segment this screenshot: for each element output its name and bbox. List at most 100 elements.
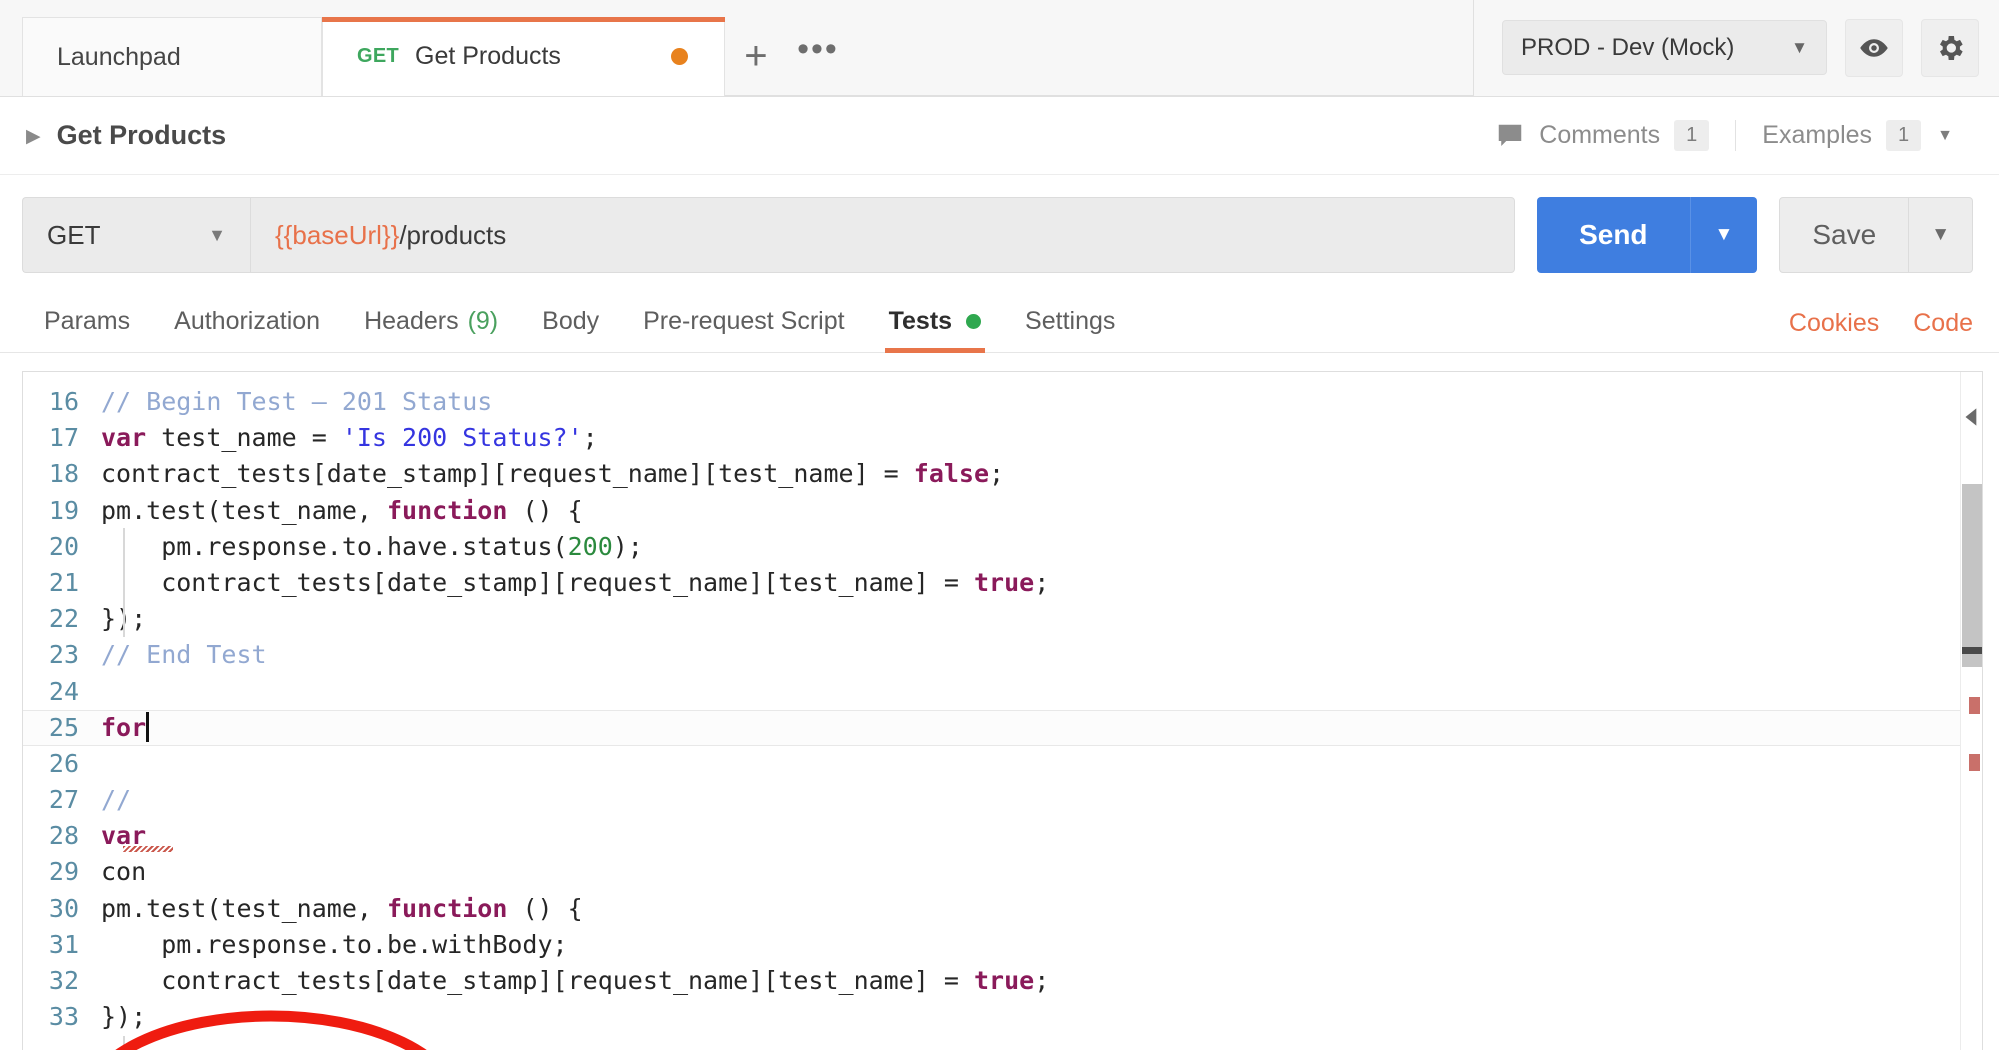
- url-path-token: /products: [399, 220, 506, 251]
- code-line[interactable]: 29con: [23, 854, 1982, 890]
- line-text: pm.test(test_name, function () {: [101, 493, 583, 529]
- collapse-panel-button[interactable]: [1959, 404, 1985, 435]
- code-link[interactable]: Code: [1913, 309, 1973, 338]
- code-token: pm.response.to.be.withBody;: [101, 930, 568, 959]
- more-tabs-button[interactable]: •••: [787, 17, 849, 96]
- save-options-caret-icon[interactable]: ▼: [1909, 224, 1972, 246]
- url-input[interactable]: {{baseUrl}}/products: [250, 197, 1515, 273]
- plus-icon: +: [744, 34, 767, 79]
- line-number: 21: [23, 565, 101, 601]
- code-token: ;: [1034, 966, 1049, 995]
- tab-pre-request-script[interactable]: Pre-request Script: [621, 307, 866, 352]
- code-line[interactable]: 19pm.test(test_name, function () {: [23, 493, 1982, 529]
- code-token: () {: [507, 894, 582, 923]
- code-token: pm.response.to.have.status(: [101, 532, 568, 561]
- line-text: pm.response.to.have.status(200);: [101, 529, 643, 565]
- code-line[interactable]: 20 pm.response.to.have.status(200);: [23, 529, 1982, 565]
- code-token: true: [974, 568, 1034, 597]
- spelling-error-underline: [123, 846, 173, 852]
- tab-label: Pre-request Script: [643, 307, 844, 336]
- code-line[interactable]: 32 contract_tests[date_stamp][request_na…: [23, 963, 1982, 999]
- code-token: // End Test: [101, 640, 267, 669]
- line-number: 32: [23, 963, 101, 999]
- tab-method-badge: GET: [357, 45, 399, 68]
- send-button[interactable]: Send: [1537, 197, 1690, 273]
- line-number: 22: [23, 601, 101, 637]
- code-line[interactable]: 16// Begin Test — 201 Status: [23, 384, 1982, 420]
- tab-authorization[interactable]: Authorization: [152, 307, 342, 352]
- code-token: ;: [1034, 568, 1049, 597]
- tab-params[interactable]: Params: [22, 307, 152, 352]
- tab-get-products[interactable]: GET Get Products: [322, 17, 725, 96]
- code-token: con: [101, 857, 146, 886]
- line-number: 25: [23, 710, 101, 746]
- code-line[interactable]: 28var: [23, 818, 1982, 854]
- editor-vertical-scrollbar[interactable]: [1960, 372, 1982, 1050]
- tab-label: Params: [44, 307, 130, 336]
- save-button[interactable]: Save: [1780, 198, 1909, 272]
- settings-button[interactable]: [1921, 19, 1979, 77]
- code-token: //: [101, 785, 131, 814]
- tab-label: Settings: [1025, 307, 1115, 336]
- tab-label: Authorization: [174, 307, 320, 336]
- http-method-select[interactable]: GET ▼: [22, 197, 250, 273]
- code-line[interactable]: 24: [23, 674, 1982, 710]
- tests-present-dot-icon: [966, 314, 981, 329]
- workspace-controls: PROD - Dev (Mock) ▼: [1473, 0, 1999, 96]
- line-text: pm.test(test_name, function () {: [101, 891, 583, 927]
- chevron-down-icon: ▼: [1937, 127, 1953, 145]
- code-line[interactable]: 27//: [23, 782, 1982, 818]
- code-token: var: [101, 423, 146, 452]
- code-lines[interactable]: 16// Begin Test — 201 Status17var test_n…: [23, 372, 1982, 1035]
- code-token: 200: [568, 532, 613, 561]
- code-line[interactable]: 23// End Test: [23, 637, 1982, 673]
- code-token: );: [613, 532, 643, 561]
- text-caret: [146, 712, 149, 742]
- send-options-caret-icon[interactable]: ▼: [1691, 224, 1758, 246]
- tab-tests[interactable]: Tests: [867, 307, 1003, 352]
- code-line[interactable]: 17var test_name = 'Is 200 Status?';: [23, 420, 1982, 456]
- tab-label: Tests: [889, 307, 952, 336]
- tab-headers[interactable]: Headers (9): [342, 307, 520, 352]
- line-number: 31: [23, 927, 101, 963]
- code-token: contract_tests[date_stamp][request_name]…: [101, 459, 914, 488]
- code-line[interactable]: 18contract_tests[date_stamp][request_nam…: [23, 456, 1982, 492]
- code-line[interactable]: 21 contract_tests[date_stamp][request_na…: [23, 565, 1982, 601]
- request-header-bar: ▶ Get Products Comments 1 Examples 1 ▼: [0, 97, 1999, 175]
- comments-button[interactable]: Comments 1: [1469, 120, 1736, 151]
- line-text: var test_name = 'Is 200 Status?';: [101, 420, 598, 456]
- line-number: 16: [23, 384, 101, 420]
- line-number: 17: [23, 420, 101, 456]
- cookies-link[interactable]: Cookies: [1789, 309, 1879, 338]
- environment-quick-look-button[interactable]: [1845, 19, 1903, 77]
- window-tab-bar: Launchpad GET Get Products + ••• PROD - …: [0, 0, 1999, 97]
- tab-label: Get Products: [415, 42, 561, 71]
- code-line[interactable]: 31 pm.response.to.be.withBody;: [23, 927, 1982, 963]
- tests-script-editor[interactable]: 16// Begin Test — 201 Status17var test_n…: [22, 371, 1983, 1050]
- new-tab-button[interactable]: +: [725, 17, 787, 96]
- comments-label: Comments: [1539, 121, 1660, 150]
- page-title: Get Products: [57, 120, 227, 151]
- line-text: //: [101, 782, 131, 818]
- code-token: ;: [989, 459, 1004, 488]
- line-text: for: [101, 710, 149, 746]
- code-line[interactable]: 30pm.test(test_name, function () {: [23, 891, 1982, 927]
- expand-chevron-icon[interactable]: ▶: [26, 125, 41, 148]
- code-line[interactable]: 25for: [23, 710, 1982, 746]
- environment-select[interactable]: PROD - Dev (Mock) ▼: [1502, 20, 1827, 75]
- code-token: });: [101, 1002, 146, 1031]
- code-token: pm.test(test_name,: [101, 894, 387, 923]
- save-button-group: Save ▼: [1779, 197, 1973, 273]
- code-line[interactable]: 33});: [23, 999, 1982, 1035]
- tab-launchpad[interactable]: Launchpad: [22, 17, 322, 96]
- code-line[interactable]: 26: [23, 746, 1982, 782]
- code-token: () {: [507, 496, 582, 525]
- tab-settings[interactable]: Settings: [1003, 307, 1137, 352]
- unsaved-changes-dot-icon: [671, 48, 688, 65]
- tab-body[interactable]: Body: [520, 307, 621, 352]
- code-line[interactable]: 22});: [23, 601, 1982, 637]
- indent-guide: [123, 528, 125, 637]
- scrollbar-thumb[interactable]: [1962, 484, 1982, 667]
- line-text: con: [101, 854, 146, 890]
- examples-button[interactable]: Examples 1 ▼: [1736, 120, 1979, 151]
